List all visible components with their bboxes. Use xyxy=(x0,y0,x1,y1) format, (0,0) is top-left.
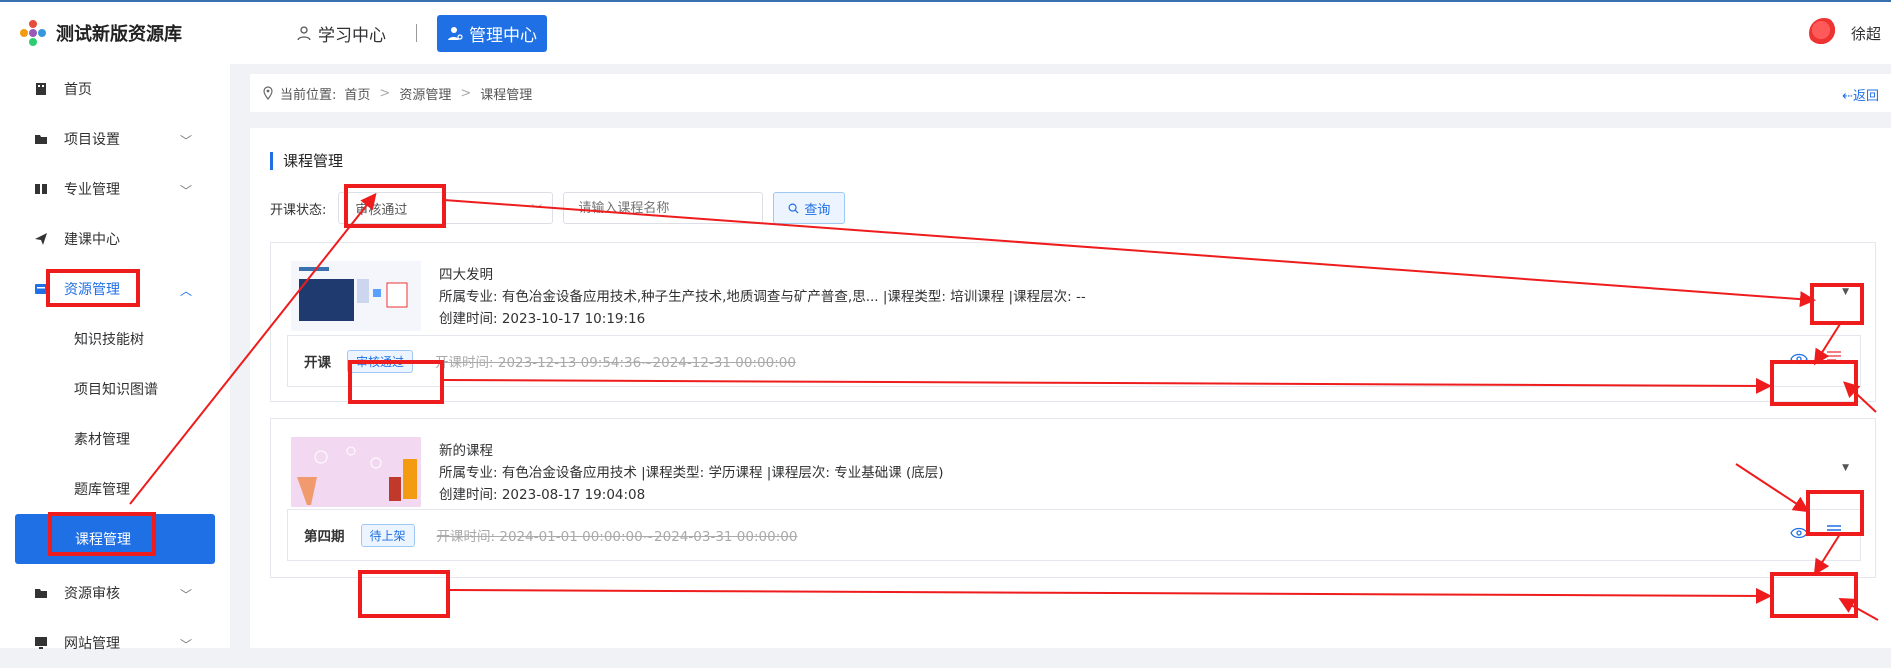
course-thumbnail[interactable] xyxy=(291,261,421,331)
course-meta: 所属专业: 有色冶金设备应用技术,种子生产技术,地质调查与矿产普查,思... |… xyxy=(439,289,1086,305)
course-title[interactable]: 新的课程 xyxy=(439,439,493,459)
search-icon xyxy=(788,203,799,214)
book-icon xyxy=(35,184,47,194)
status-select[interactable]: 审核通过 ﹀ xyxy=(338,192,554,224)
filter-label: 开课状态: xyxy=(270,202,327,218)
status-badge: 审核通过 xyxy=(347,349,414,373)
sidebar: 首页 项目设置 ﹀ 专业管理 ﹀ 建课中心 资源管理 ︿ 知识技能树 项目知识图… xyxy=(0,64,230,652)
box-icon xyxy=(35,284,47,294)
main-panel: 课程管理 开课状态: 审核通过 ﹀ 查询 四大发明 所属专业: 有色冶金设备应用… xyxy=(250,128,1891,648)
chevron-down-icon: ﹀ xyxy=(179,184,192,198)
sidebar-subitem-course-management[interactable]: 课程管理 xyxy=(15,514,215,564)
breadcrumb-resource[interactable]: 资源管理 xyxy=(399,84,451,103)
sidebar-item-resource-management[interactable]: 资源管理 ︿ xyxy=(0,264,230,314)
breadcrumb-current: 课程管理 xyxy=(480,87,533,103)
chevron-down-icon: ﹀ xyxy=(179,638,192,652)
term-dates: 开课时间: 2023-12-13 09:54:36~2024-12-31 00:… xyxy=(435,355,796,371)
list-icon[interactable] xyxy=(1826,524,1842,538)
top-bar: 测试新版资源库 学习中心 管理中心 徐超 xyxy=(0,0,1891,64)
course-header: 新的课程 所属专业: 有色冶金设备应用技术 |课程类型: 学历课程 |课程层次:… xyxy=(271,419,1875,511)
list-icon[interactable] xyxy=(1826,350,1842,364)
avatar xyxy=(1808,18,1839,48)
sidebar-subitem-skill-tree[interactable]: 知识技能树 xyxy=(0,314,230,364)
chevron-up-icon: ︿ xyxy=(179,284,192,298)
course-card: 四大发明 所属专业: 有色冶金设备应用技术,种子生产技术,地质调查与矿产普查,思… xyxy=(270,242,1876,402)
top-nav: 学习中心 管理中心 xyxy=(286,14,547,52)
logo-icon xyxy=(18,18,48,48)
sidebar-item-label: 专业管理 xyxy=(64,182,120,198)
sidebar-item-label: 资源审核 xyxy=(64,586,120,602)
course-search-input[interactable] xyxy=(563,192,764,224)
sidebar-item-website-management[interactable]: 网站管理 ﹀ xyxy=(0,618,230,668)
admin-icon xyxy=(448,27,463,40)
status-badge: 待上架 xyxy=(360,523,415,547)
term-dates: 开课时间: 2024-01-01 00:00:00~2024-03-31 00:… xyxy=(436,529,798,545)
sidebar-item-label: 网站管理 xyxy=(64,636,120,652)
back-link[interactable]: ⇠返回 xyxy=(1842,85,1879,104)
sidebar-item-resource-review[interactable]: 资源审核 ﹀ xyxy=(0,568,230,618)
caret-down-icon[interactable]: ▼ xyxy=(1842,463,1849,473)
sidebar-subitem-question-bank[interactable]: 题库管理 xyxy=(0,464,230,514)
sidebar-item-label: 首页 xyxy=(64,82,92,98)
folder-icon xyxy=(35,135,47,144)
course-created-time: 创建时间: 2023-10-17 10:19:16 xyxy=(439,311,646,327)
query-button-label: 查询 xyxy=(804,202,831,218)
caret-down-icon[interactable]: ▼ xyxy=(1842,287,1849,297)
breadcrumb: 当前位置: 首页 > 资源管理 > 课程管理 ⇠返回 xyxy=(250,74,1891,112)
term-row: 开课 审核通过 开课时间: 2023-12-13 09:54:36~2024-1… xyxy=(287,335,1861,387)
eye-icon[interactable] xyxy=(1790,353,1808,365)
course-thumbnail[interactable] xyxy=(291,437,421,507)
sidebar-item-label: 项目设置 xyxy=(64,132,120,148)
eye-icon[interactable] xyxy=(1790,527,1808,539)
breadcrumb-prefix: 当前位置: xyxy=(280,87,337,103)
breadcrumb-separator: > xyxy=(460,85,472,101)
sidebar-item-home[interactable]: 首页 xyxy=(0,64,230,114)
building-icon xyxy=(36,83,46,95)
user-menu[interactable]: 徐超 xyxy=(1808,18,1881,48)
nav-learning-center[interactable]: 学习中心 xyxy=(286,15,396,52)
sidebar-subitem-knowledge-graph[interactable]: 项目知识图谱 xyxy=(0,364,230,414)
app-logo[interactable]: 测试新版资源库 xyxy=(18,18,258,48)
term-name: 第四期 xyxy=(304,529,345,545)
location-pin-icon xyxy=(263,86,273,100)
term-name: 开课 xyxy=(304,355,331,371)
sidebar-item-course-building[interactable]: 建课中心 xyxy=(0,214,230,264)
sidebar-subitem-materials[interactable]: 素材管理 xyxy=(0,414,230,464)
sidebar-item-major-management[interactable]: 专业管理 ﹀ xyxy=(0,164,230,214)
folder-icon xyxy=(35,589,47,598)
app-title: 测试新版资源库 xyxy=(56,24,182,45)
course-title[interactable]: 四大发明 xyxy=(439,263,493,283)
course-created-time: 创建时间: 2023-08-17 19:04:08 xyxy=(439,487,646,503)
status-select-value: 审核通过 xyxy=(355,202,408,218)
paper-plane-icon xyxy=(35,233,47,245)
sidebar-item-label: 资源管理 xyxy=(64,282,120,298)
breadcrumb-separator: > xyxy=(379,85,391,101)
nav-management-center[interactable]: 管理中心 xyxy=(437,14,547,52)
chevron-down-icon: ﹀ xyxy=(179,134,192,148)
nav-divider xyxy=(416,24,417,42)
filter-bar: 开课状态: 审核通过 ﹀ 查询 xyxy=(270,192,846,224)
term-row: 第四期 待上架 开课时间: 2024-01-01 00:00:00~2024-0… xyxy=(287,509,1861,561)
sidebar-item-project-settings[interactable]: 项目设置 ﹀ xyxy=(0,114,230,164)
nav-label: 学习中心 xyxy=(318,25,386,46)
learner-icon xyxy=(297,26,311,41)
query-button[interactable]: 查询 xyxy=(773,192,846,224)
course-meta: 所属专业: 有色冶金设备应用技术 |课程类型: 学历课程 |课程层次: 专业基础… xyxy=(439,465,944,481)
page-title: 课程管理 xyxy=(270,152,343,170)
course-card: 新的课程 所属专业: 有色冶金设备应用技术 |课程类型: 学历课程 |课程层次:… xyxy=(270,418,1876,578)
sidebar-item-label: 建课中心 xyxy=(64,232,120,248)
breadcrumb-home[interactable]: 首页 xyxy=(344,84,370,103)
chevron-down-icon: ﹀ xyxy=(179,588,192,602)
chevron-down-icon: ﹀ xyxy=(531,203,543,216)
nav-label: 管理中心 xyxy=(469,25,537,46)
course-header: 四大发明 所属专业: 有色冶金设备应用技术,种子生产技术,地质调查与矿产普查,思… xyxy=(271,243,1875,335)
user-name: 徐超 xyxy=(1850,24,1881,43)
